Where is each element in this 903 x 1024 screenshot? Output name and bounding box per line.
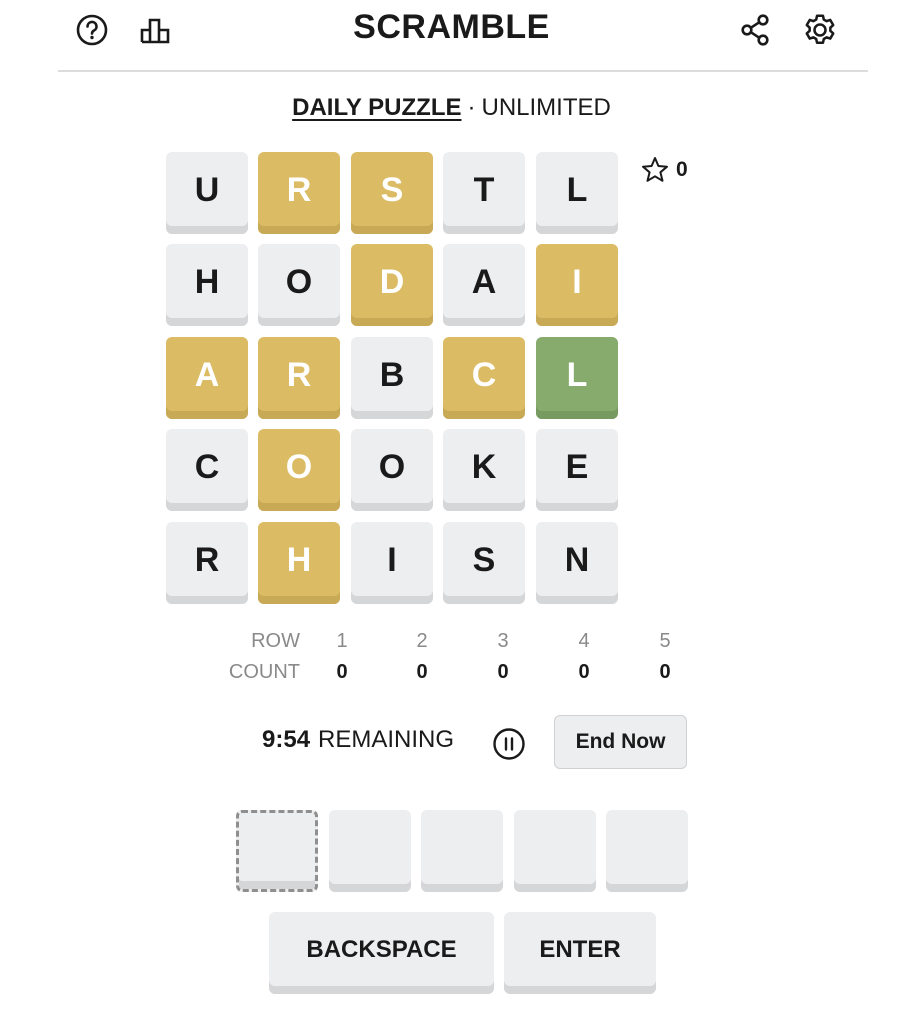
settings-button[interactable] [800, 10, 840, 50]
count-value: 0 [416, 661, 428, 683]
remaining-label: REMAINING [318, 726, 455, 753]
settings-icon [805, 14, 835, 45]
letter-tile[interactable]: N [536, 522, 618, 604]
enter-button[interactable]: ENTER [504, 912, 656, 994]
score-value: 0 [676, 158, 688, 181]
letter-tile[interactable]: H [258, 522, 340, 604]
letter-tile[interactable]: U [166, 152, 248, 234]
letter-tile[interactable]: R [258, 337, 340, 419]
input-slot[interactable] [606, 810, 688, 892]
letter-tile[interactable]: O [258, 429, 340, 511]
letter-tile[interactable]: O [351, 429, 433, 511]
letter-tile[interactable]: L [536, 152, 618, 234]
pause-icon [493, 728, 525, 760]
row-number: 1 [336, 630, 348, 652]
input-slot-current[interactable] [236, 810, 318, 892]
row-number: 5 [659, 630, 671, 652]
input-slot[interactable] [421, 810, 503, 892]
count-value: 0 [659, 661, 671, 683]
letter-tile[interactable]: S [351, 152, 433, 234]
count-value: 0 [336, 661, 348, 683]
mode-separator: · [467, 94, 476, 121]
row-label: ROW [251, 630, 300, 652]
time-remaining: 9:54 [262, 726, 311, 753]
share-button[interactable] [736, 10, 776, 50]
row-number: 4 [578, 630, 590, 652]
letter-tile[interactable]: C [166, 429, 248, 511]
letter-tile[interactable]: T [443, 152, 525, 234]
header: SCRAMBLE [0, 0, 903, 72]
letter-tile[interactable]: I [351, 522, 433, 604]
row-number: 2 [416, 630, 428, 652]
letter-tile[interactable]: K [443, 429, 525, 511]
count-value: 0 [497, 661, 509, 683]
letter-tile[interactable]: O [258, 244, 340, 326]
letter-tile[interactable]: H [166, 244, 248, 326]
row-number: 3 [497, 630, 509, 652]
score: 0 [640, 155, 688, 185]
input-slot[interactable] [514, 810, 596, 892]
letter-tile[interactable]: A [443, 244, 525, 326]
star-icon [642, 157, 668, 182]
pause-button[interactable] [492, 727, 526, 761]
letter-tile[interactable]: C [443, 337, 525, 419]
letter-tile[interactable]: E [536, 429, 618, 511]
timer: 9:54 REMAINING [262, 726, 454, 754]
end-now-button[interactable]: End Now [554, 715, 687, 769]
count-value: 0 [578, 661, 590, 683]
mode-unlimited[interactable]: UNLIMITED [482, 94, 611, 121]
letter-tile[interactable]: S [443, 522, 525, 604]
backspace-button[interactable]: BACKSPACE [269, 912, 494, 994]
letter-tile[interactable]: R [258, 152, 340, 234]
mode-daily-puzzle[interactable]: DAILY PUZZLE [292, 94, 461, 121]
mode-selector: DAILY PUZZLE · UNLIMITED [0, 94, 903, 122]
letter-tile[interactable]: A [166, 337, 248, 419]
letter-tile[interactable]: B [351, 337, 433, 419]
input-slot[interactable] [329, 810, 411, 892]
letter-tile[interactable]: D [351, 244, 433, 326]
letter-tile[interactable]: L [536, 337, 618, 419]
row-number-line: ROW 1 2 3 4 5 [200, 630, 700, 656]
count-label: COUNT [228, 661, 300, 683]
letter-tile[interactable]: R [166, 522, 248, 604]
letter-tile[interactable]: I [536, 244, 618, 326]
header-divider [58, 70, 868, 72]
share-icon [741, 14, 769, 46]
count-line: COUNT 0 0 0 0 0 [200, 661, 700, 687]
letter-grid: URSTLHODAIARBCLCOOKERHISN [166, 152, 618, 604]
